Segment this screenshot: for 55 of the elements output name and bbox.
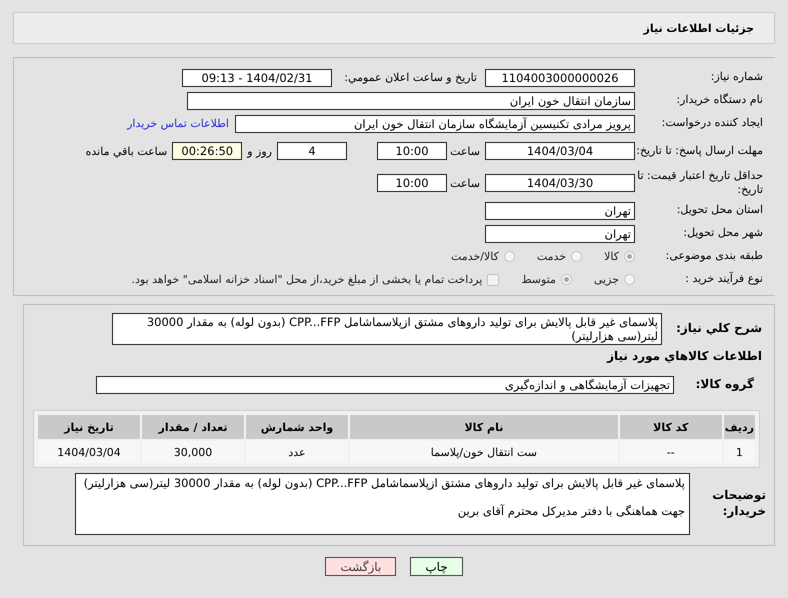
- field-label: گروه کالا:: [694, 376, 755, 392]
- goods-group-field: تجهیزات آزمایشگاهی و اندازه‌گیری: [96, 376, 674, 394]
- field-label: مهلت ارسال پاسخ: تا تاریخ:: [635, 144, 764, 158]
- table-cell: 1: [724, 441, 755, 463]
- buyer-notes-textarea: پلاسمای غیر قابل پالایش برای تولید داروهای مشتق ازپلاسماشامل CPP...FFP (بدون لوله) به مقدار 30000 لیتر(سی هزارلیتر) جهت هماهنگی با دفتر مدیرکل محترم آقای برین: [75, 473, 690, 535]
- process-radio[interactable]: متوسط: [521, 273, 572, 286]
- column-header: نام کالا: [350, 415, 618, 439]
- validity-date-field: 1404/03/30: [485, 174, 635, 192]
- table-cell: 30,000: [142, 441, 244, 463]
- field-label: شهر محل تحویل:: [682, 226, 764, 241]
- column-header: کد کالا: [620, 415, 722, 439]
- back-button[interactable]: بازگشت: [325, 557, 396, 576]
- process-radio[interactable]: جزیی: [594, 273, 635, 286]
- deadline-date-field: 1404/03/04: [485, 142, 635, 160]
- field-label: شماره نیاز:: [710, 70, 764, 85]
- table-cell: عدد: [246, 441, 348, 463]
- field-label: استان محل تحویل:: [676, 203, 764, 218]
- province-field: تهران: [485, 202, 635, 220]
- buyer-org-field: سازمان انتقال خون ایران: [187, 92, 635, 110]
- creator-field: پرویز مرادی تکنیسین آزمایشگاه سازمان انتقال خون ایران: [235, 114, 635, 132]
- table-cell: ست انتقال خون/پلاسما: [350, 441, 618, 463]
- field-label: ایجاد کننده درخواست:: [660, 116, 764, 131]
- field-label: توضیحات خریدار:: [711, 488, 767, 520]
- time-label: ساعت: [449, 144, 481, 158]
- category-radio[interactable]: کالا: [604, 250, 635, 263]
- field-label: تاریخ و ساعت اعلان عمومي:: [343, 71, 478, 84]
- description-textarea: پلاسمای غیر قابل پالایش برای تولید داروهای مشتق ازپلاسماشامل CPP...FFP (بدون لوله) به مقدار 30000 لیتر(سی هزارلیتر): [112, 313, 662, 345]
- field-label: حداقل تاریخ اعتبار قیمت: تا تاریخ:: [636, 168, 764, 198]
- field-label: نوع فرآیند خرید :: [684, 272, 764, 287]
- payment-checkbox[interactable]: پرداخت تمام یا بخشی از مبلغ خرید،از محل "اسناد خزانه اسلامی" خواهد بود.: [132, 273, 500, 286]
- field-label: شرح كلي نياز:: [675, 320, 763, 337]
- column-header: ردیف: [724, 415, 755, 439]
- need-number-field: 1104003000000026: [485, 68, 635, 86]
- column-header: تاریخ نیاز: [38, 415, 140, 439]
- section-heading: اطلاعات كالاهاي مورد نياز: [606, 349, 763, 363]
- time-label: ساعت: [449, 176, 481, 190]
- field-label: نام دستگاه خریدار:: [675, 93, 764, 108]
- page-title: جزئیات اطلاعات نیاز: [644, 22, 754, 34]
- category-radio[interactable]: خدمت: [536, 250, 582, 263]
- category-radio[interactable]: کالا/خدمت: [451, 250, 515, 263]
- field-label: طبقه بندی موضوعی:: [664, 249, 764, 264]
- table-cell: 1404/03/04: [38, 441, 140, 463]
- validity-time-field: 10:00: [377, 174, 447, 192]
- buyer-contact-link[interactable]: اطلاعات تماس خریدار: [127, 117, 229, 130]
- remaining-label: ساعت باقي مانده: [84, 144, 168, 158]
- announce-date-field: 1404/02/31 - 09:13: [182, 68, 332, 86]
- table-cell: --: [620, 441, 722, 463]
- remaining-time-field: 00:26:50: [172, 142, 242, 160]
- days-label: روز و: [246, 144, 273, 158]
- column-header: تعداد / مقدار: [142, 415, 244, 439]
- city-field: تهران: [485, 224, 635, 242]
- column-header: واحد شمارش: [246, 415, 348, 439]
- print-button[interactable]: چاپ: [410, 557, 463, 576]
- days-field: 4: [277, 142, 347, 160]
- deadline-time-field: 10:00: [377, 142, 447, 160]
